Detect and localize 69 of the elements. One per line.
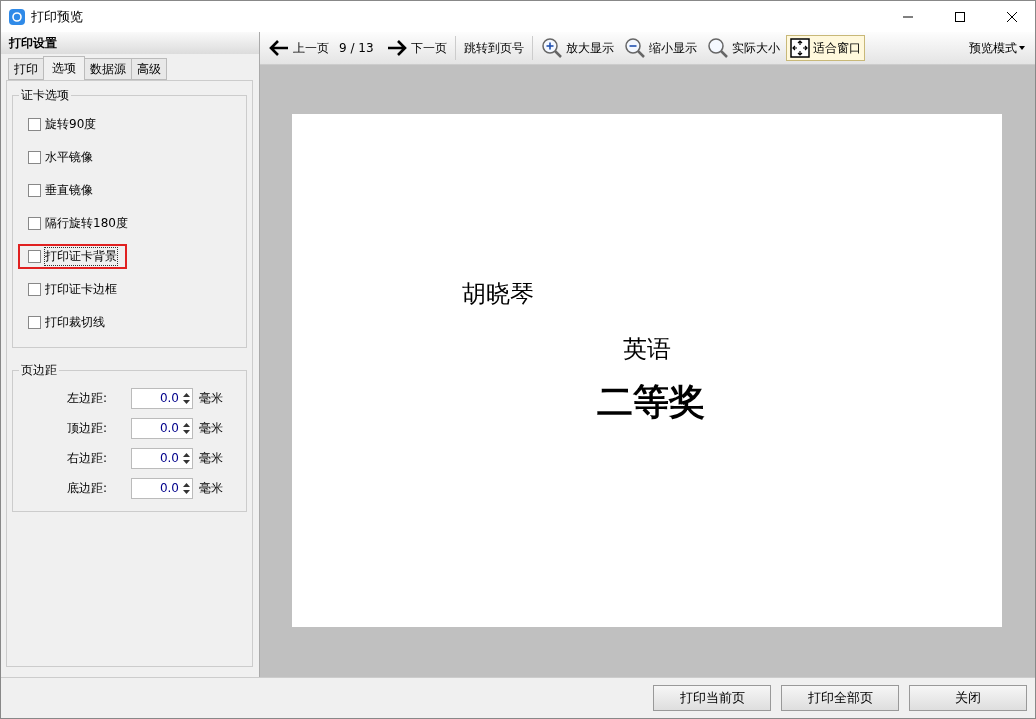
left-arrow-icon [268,38,290,58]
checkbox-label: 垂直镜像 [45,182,93,199]
card-text: 英语 [623,334,671,365]
checkbox[interactable] [28,283,41,296]
magnifier-icon [706,37,729,59]
mode-dropdown[interactable]: 预览模式 [963,38,1031,58]
toolbar-button[interactable]: 放大显示 [536,35,618,61]
toolbar-button[interactable]: 下一页 [381,35,451,61]
dialog-button[interactable]: 关闭 [909,685,1027,711]
checkbox[interactable] [28,118,41,131]
app-icon [9,8,25,25]
unit-label: 毫米 [199,449,223,467]
checkbox-row[interactable]: 垂直镜像 [18,178,103,203]
field-label: 底边距: [67,479,109,497]
checkbox-row[interactable]: 打印裁切线 [18,310,115,335]
maximize-icon [955,11,965,22]
dialog-button[interactable]: 打印全部页 [781,685,899,711]
toolbar-button[interactable]: 实际大小 [702,35,784,61]
unit-label: 毫米 [199,389,223,407]
toolbar-button[interactable]: 缩小显示 [619,35,701,61]
dialog-button[interactable]: 打印当前页 [653,685,771,711]
toolbar-button[interactable]: 适合窗口 [785,35,865,61]
panel-header: 打印设置 [1,32,259,54]
group-title: 证卡选项 [20,87,70,104]
spin-field[interactable]: 0.0 [131,447,193,469]
card-text: 二等奖 [597,380,705,424]
field-label: 左边距: [67,389,109,407]
checkbox[interactable] [28,217,41,230]
tab[interactable]: 数据源 [84,58,132,80]
card-text: 胡晓琴 [462,279,534,310]
caret-icon [1019,46,1025,50]
unit-label: 毫米 [199,419,223,437]
highlight-frame[interactable]: 打印证卡背景 [18,244,127,269]
checkbox-row[interactable]: 水平镜像 [18,145,103,170]
checkbox[interactable] [28,316,41,329]
checkbox-label: 隔行旋转180度 [45,215,128,232]
close-icon [1007,11,1017,22]
toolbar-button[interactable]: 跳转到页号 [459,35,528,61]
checkbox-row[interactable]: 打印证卡边框 [18,277,127,302]
spin-arrows-icon [183,481,190,495]
spin-field[interactable]: 0.0 [131,387,193,409]
spin-field[interactable]: 0.0 [131,417,193,439]
right-arrow-icon [385,38,408,58]
checkbox-row[interactable]: 旋转90度 [18,112,107,137]
zoom-in-icon [540,37,563,59]
checkbox-row[interactable]: 隔行旋转180度 [18,211,138,236]
spin-arrows-icon [183,391,190,405]
checkbox[interactable] [28,151,41,164]
spin-field[interactable]: 0.0 [131,477,193,499]
window-title: 打印预览 [31,7,84,26]
spin-arrows-icon [183,421,190,435]
checkbox-label: 打印裁切线 [45,314,105,331]
checkbox-label: 水平镜像 [45,149,93,166]
tab[interactable]: 打印 [8,58,44,80]
checkbox-label: 打印证卡边框 [45,281,117,298]
checkbox-label: 打印证卡背景 [45,248,117,265]
checkbox[interactable] [28,250,41,263]
fit-window-icon [789,38,810,58]
field-label: 右边距: [67,449,109,467]
spin-arrows-icon [183,451,190,465]
field-label: 顶边距: [67,419,109,437]
page-counter: 9 / 13 [338,41,375,55]
tab[interactable]: 高级 [131,58,167,80]
checkbox[interactable] [28,184,41,197]
checkbox-label: 旋转90度 [45,116,97,133]
zoom-out-icon [623,37,646,59]
unit-label: 毫米 [199,479,223,497]
group-title: 页边距 [20,362,58,379]
toolbar-button[interactable]: 上一页 [264,35,333,61]
